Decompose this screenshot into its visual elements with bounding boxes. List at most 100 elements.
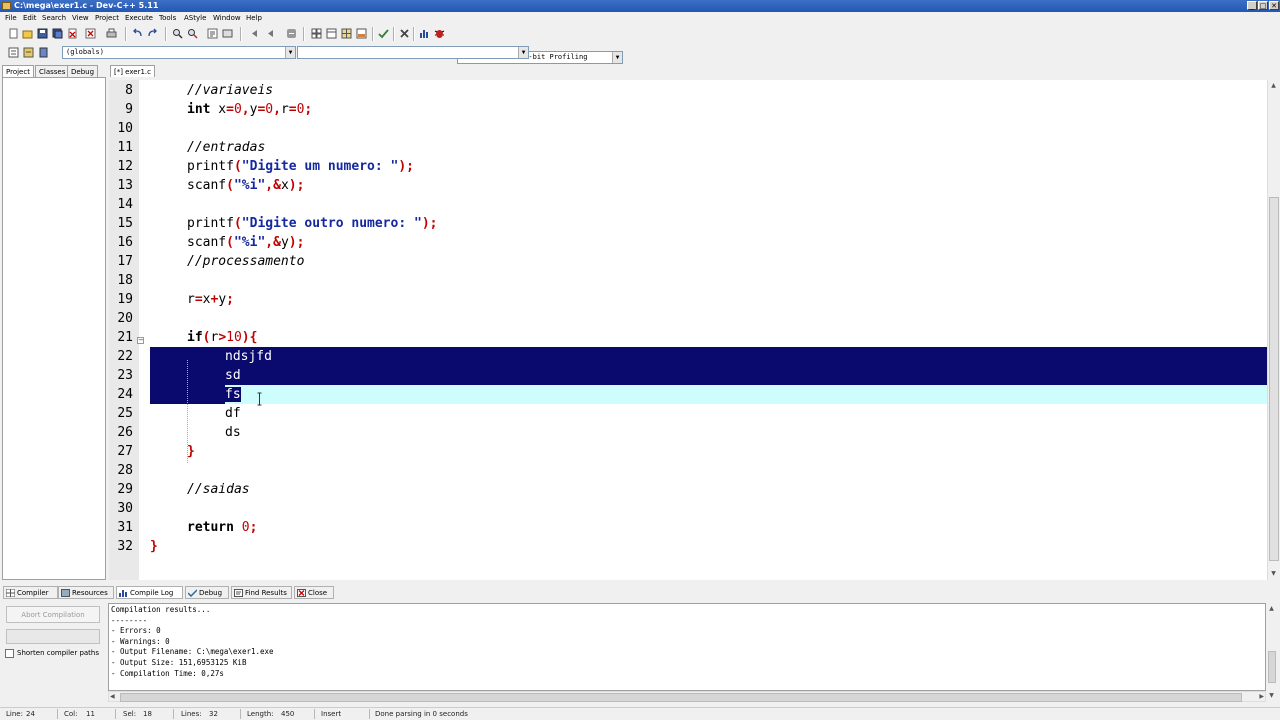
save-icon[interactable]: [37, 28, 48, 39]
menu-tools[interactable]: Tools: [159, 13, 176, 23]
tab-compile-log[interactable]: Compile Log: [116, 586, 183, 599]
code-line[interactable]: [187, 119, 1267, 138]
tab-project[interactable]: Project: [2, 65, 34, 77]
code-line[interactable]: r=x+y;: [187, 290, 1267, 309]
indent-left-icon[interactable]: [250, 28, 261, 39]
menu-help[interactable]: Help: [246, 13, 262, 23]
editor-vertical-scrollbar[interactable]: ▲ ▼: [1267, 80, 1279, 580]
bookmark-icon[interactable]: [222, 28, 233, 39]
menu-project[interactable]: Project: [95, 13, 119, 23]
code-line[interactable]: if(r>10){: [187, 328, 1267, 347]
redo-icon[interactable]: [147, 28, 158, 39]
menu-file[interactable]: File: [5, 13, 17, 23]
class-browser-icon[interactable]: [341, 28, 352, 39]
project-options-icon[interactable]: [326, 28, 337, 39]
close-all-icon[interactable]: [85, 28, 96, 39]
project-panel[interactable]: [2, 77, 106, 580]
code-line[interactable]: [187, 461, 1267, 480]
save-all-icon[interactable]: [52, 28, 63, 39]
goto-line-icon[interactable]: [207, 28, 218, 39]
layout-icon[interactable]: [356, 28, 367, 39]
toggle-comment-icon[interactable]: [286, 28, 297, 39]
insert-icon[interactable]: [8, 47, 19, 58]
code-line[interactable]: printf("Digite outro numero: ");: [187, 214, 1267, 233]
code-line[interactable]: printf("Digite um numero: ");: [187, 157, 1267, 176]
code-line[interactable]: [187, 309, 1267, 328]
fold-toggle-icon[interactable]: −: [137, 337, 144, 344]
chevron-down-icon[interactable]: ▼: [285, 47, 295, 58]
close-button[interactable]: ✕: [1269, 1, 1279, 10]
menu-astyle[interactable]: AStyle: [184, 13, 206, 23]
indent-guide: [187, 360, 188, 463]
code-line[interactable]: int x=0,y=0,r=0;: [187, 100, 1267, 119]
code-line[interactable]: [187, 195, 1267, 214]
toggle-bookmark-icon[interactable]: [23, 47, 34, 58]
code-line[interactable]: //processamento: [187, 252, 1267, 271]
goto-bookmark-icon[interactable]: [38, 47, 49, 58]
stop-execution-icon[interactable]: [399, 28, 410, 39]
indent-right-icon[interactable]: [265, 28, 276, 39]
tab-debug-bottom[interactable]: Debug: [185, 586, 229, 599]
code-line[interactable]: return 0;: [187, 518, 1267, 537]
menu-window[interactable]: Window: [213, 13, 241, 23]
code-line[interactable]: ​fs: [150, 385, 1267, 404]
symbol-select[interactable]: ▼: [297, 46, 529, 59]
code-line[interactable]: [187, 499, 1267, 518]
compile-log-output[interactable]: Compilation results... -------- - Errors: …: [108, 603, 1266, 691]
code-line[interactable]: //entradas: [187, 138, 1267, 157]
code-line[interactable]: sd: [150, 366, 1267, 385]
shorten-paths-option[interactable]: Shorten compiler paths: [5, 648, 115, 659]
tab-find-results[interactable]: Find Results: [231, 586, 292, 599]
code-line[interactable]: ndsjfd: [150, 347, 1267, 366]
find-icon[interactable]: [172, 28, 183, 39]
menu-search[interactable]: Search: [42, 13, 66, 23]
tab-classes[interactable]: Classes: [35, 65, 70, 77]
debug-bug-icon[interactable]: [434, 28, 445, 39]
code-line[interactable]: }: [187, 442, 1267, 461]
code-line[interactable]: ds: [225, 423, 1267, 442]
editor-file-tab[interactable]: [*] exer1.c: [110, 65, 156, 77]
menu-execute[interactable]: Execute: [125, 13, 153, 23]
close-file-icon[interactable]: [67, 28, 78, 39]
tab-compiler[interactable]: Compiler: [3, 586, 58, 599]
replace-icon[interactable]: [187, 28, 198, 39]
shorten-paths-checkbox[interactable]: [5, 649, 14, 658]
profile-chart-icon[interactable]: [419, 28, 430, 39]
abort-compilation-button[interactable]: Abort Compilation: [6, 606, 100, 623]
scroll-up-icon[interactable]: ▲: [1269, 81, 1278, 90]
scrollbar-thumb[interactable]: [120, 693, 1242, 702]
code-line[interactable]: scanf("%i",&y);: [187, 233, 1267, 252]
minimize-button[interactable]: _: [1247, 1, 1257, 10]
code-line[interactable]: df: [225, 404, 1267, 423]
scope-select[interactable]: (globals) ▼: [62, 46, 296, 59]
undo-icon[interactable]: [132, 28, 143, 39]
new-file-icon[interactable]: [8, 28, 19, 39]
tab-close[interactable]: Close: [294, 586, 334, 599]
log-vertical-scrollbar[interactable]: ▲ ▼: [1266, 603, 1278, 703]
code-line[interactable]: [187, 271, 1267, 290]
tab-resources[interactable]: Resources: [58, 586, 114, 599]
log-horizontal-scrollbar[interactable]: ◀ ▶: [108, 691, 1266, 702]
menu-view[interactable]: View: [72, 13, 89, 23]
scroll-up-icon[interactable]: ▲: [1267, 604, 1276, 613]
open-file-icon[interactable]: [22, 28, 33, 39]
code-line[interactable]: }: [150, 537, 1267, 556]
scroll-right-icon[interactable]: ▶: [1259, 692, 1264, 701]
tab-debug[interactable]: Debug: [67, 65, 99, 77]
check-syntax-icon[interactable]: [378, 28, 389, 39]
chevron-down-icon[interactable]: ▼: [518, 47, 528, 58]
code-line[interactable]: //saidas: [187, 480, 1267, 499]
code-line[interactable]: scanf("%i",&x);: [187, 176, 1267, 195]
code-line[interactable]: //variaveis: [187, 81, 1267, 100]
scrollbar-thumb[interactable]: [1269, 197, 1279, 561]
menu-edit[interactable]: Edit: [23, 13, 37, 23]
scroll-down-icon[interactable]: ▼: [1267, 691, 1276, 700]
print-icon[interactable]: [106, 28, 117, 39]
scrollbar-thumb[interactable]: [1268, 651, 1276, 683]
maximize-button[interactable]: □: [1258, 1, 1268, 10]
new-project-icon[interactable]: [311, 28, 322, 39]
scroll-down-icon[interactable]: ▼: [1269, 569, 1278, 578]
code-text: ds: [225, 425, 241, 440]
scroll-left-icon[interactable]: ◀: [110, 692, 115, 701]
code-editor[interactable]: 8 9 10 11 12 13 14 15 16 17 18 19 20 21 22 23 24 25 26 27 28…: [109, 80, 1267, 580]
